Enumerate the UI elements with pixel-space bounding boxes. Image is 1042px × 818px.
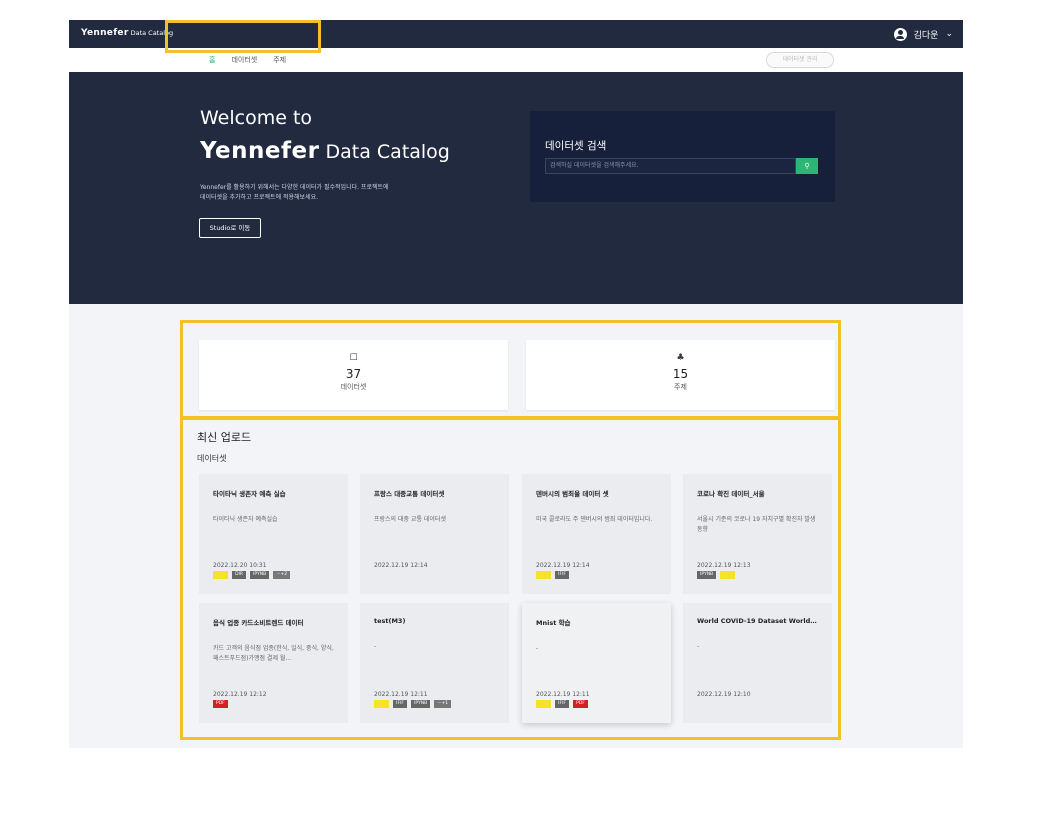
hero-brand-suffix: Data Catalog xyxy=(325,141,450,163)
user-name: 김다운 xyxy=(913,30,939,41)
nav-item-datasets[interactable]: 데이터셋 xyxy=(231,55,257,65)
app-frame: Yennefer Data Catalog 김다운 ⌄ 홈 데이터셋 주제 데이터… xyxy=(69,20,963,748)
search-input[interactable]: 검색하실 데이터셋을 검색해주세요. xyxy=(545,158,796,174)
recent-highlight xyxy=(180,417,841,740)
user-circle-icon xyxy=(893,27,907,41)
brand-name: Yennefer xyxy=(81,28,129,38)
nav-item-home[interactable]: 홈 xyxy=(209,55,215,65)
main-nav: 홈 데이터셋 주제 xyxy=(209,55,286,65)
hero-brand-name: Yennefer xyxy=(200,138,320,164)
studio-button[interactable]: Studio로 이동 xyxy=(199,218,261,238)
search-title: 데이터셋 검색 xyxy=(545,140,607,152)
nav-highlight xyxy=(165,20,321,53)
search-icon: ⚲ xyxy=(804,162,810,170)
nav-item-topics[interactable]: 주제 xyxy=(273,55,286,65)
hero-description-line: 데이터셋을 추가하고 프로젝트에 적용해보세요. xyxy=(200,194,319,201)
chevron-down-icon: ⌄ xyxy=(945,29,953,39)
user-menu[interactable]: 김다운 ⌄ xyxy=(893,24,953,44)
hero-banner: Welcome to Yennefer Data Catalog Yennefe… xyxy=(69,72,963,304)
stats-highlight xyxy=(180,320,841,419)
dataset-search-panel: 데이터셋 검색 검색하실 데이터셋을 검색해주세요. ⚲ xyxy=(530,111,835,202)
search-button[interactable]: ⚲ xyxy=(796,158,818,174)
brand-logo[interactable]: Yennefer Data Catalog xyxy=(81,28,173,38)
hero-brand: Yennefer Data Catalog xyxy=(200,138,450,164)
hero-description: Yennefer를 활용하기 위해서는 다양한 데이터가 필수적입니다. 프로젝… xyxy=(200,183,460,203)
dataset-manage-button[interactable]: 데이터셋 관리 xyxy=(766,52,834,68)
hero-description-line: Yennefer를 활용하기 위해서는 다양한 데이터가 필수적입니다. 프로젝… xyxy=(200,184,389,191)
welcome-heading: Welcome to xyxy=(200,107,313,129)
